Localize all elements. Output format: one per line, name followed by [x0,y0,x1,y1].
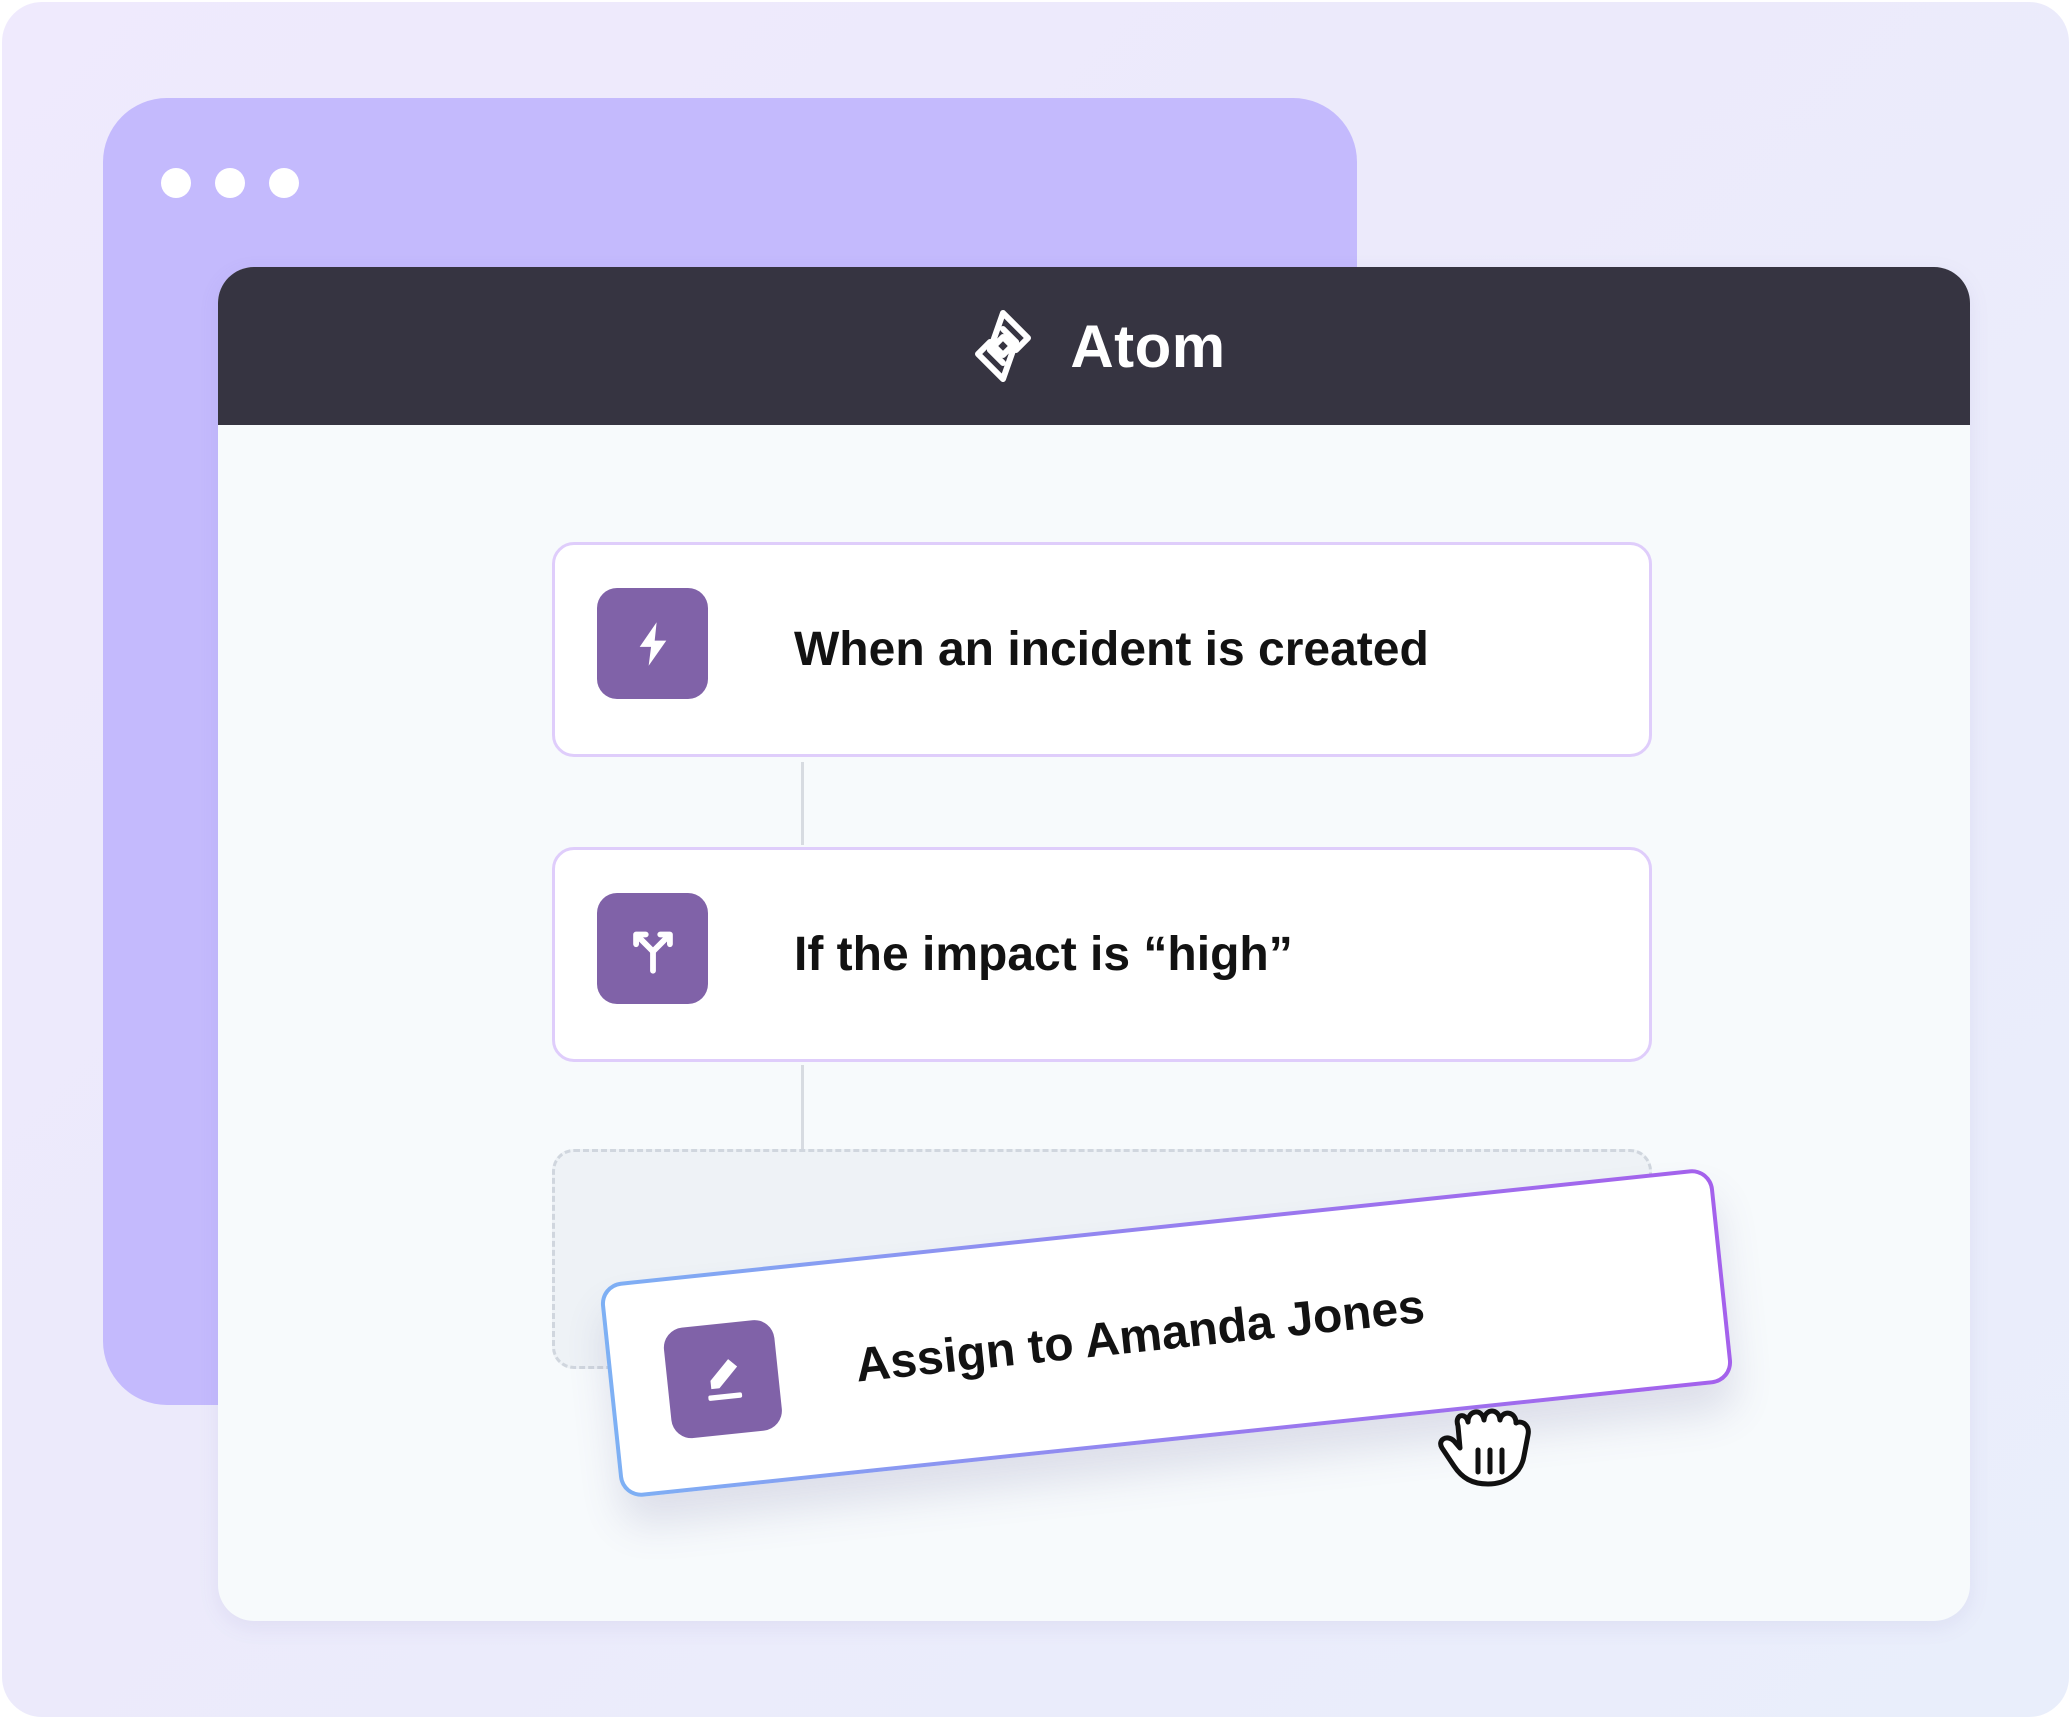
grab-hand-cursor-icon [1438,1408,1531,1487]
window-dot[interactable] [269,168,299,198]
workflow-step-trigger[interactable]: When an incident is created [552,542,1652,757]
step-connector [801,1065,804,1151]
step-icon-badge [661,1318,784,1441]
pencil-edit-icon [707,1358,742,1401]
step-label: When an incident is created [794,623,1429,676]
window-dot[interactable] [215,168,245,198]
app-titlebar: Atom [218,267,1970,425]
step-connector [801,762,804,845]
branch-split-icon [632,931,673,974]
app-title: Atom [1070,312,1226,380]
window-dot[interactable] [161,168,191,198]
illustration-canvas: Atom When an incident is created If the … [0,0,2071,1719]
lightning-icon [639,621,666,666]
workflow-step-condition[interactable]: If the impact is “high” [552,847,1652,1062]
window-controls [161,168,299,198]
atom-logo-icon [975,310,1032,382]
step-icon-badge [597,893,708,1004]
step-icon-badge [597,588,708,699]
step-label: If the impact is “high” [794,928,1293,981]
